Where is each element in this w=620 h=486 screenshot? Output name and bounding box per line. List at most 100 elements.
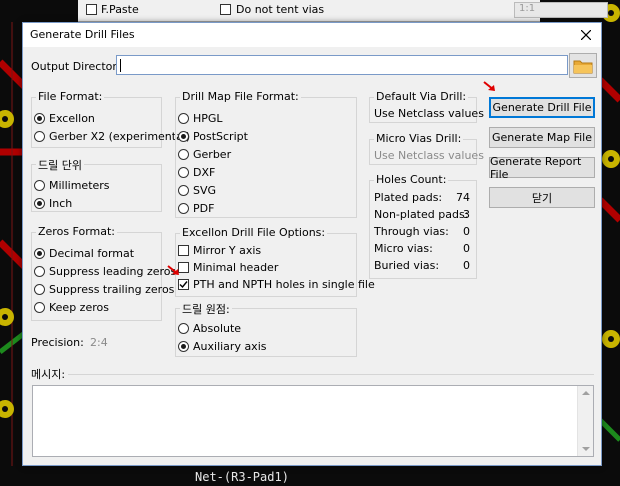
buried-vias-label: Buried vias: — [374, 259, 440, 272]
micro-vias-label: Micro vias: — [374, 242, 433, 255]
checkbox-pth-npth-single-file[interactable]: PTH and NPTH holes in single file — [178, 276, 375, 292]
file-format-group: File Format: Excellon Gerber X2 (experim… — [31, 90, 190, 148]
micro-vias-value: 0 — [463, 242, 470, 255]
checkmark-icon — [179, 280, 188, 288]
radio-label: Suppress trailing zeros — [49, 282, 175, 296]
folder-icon — [573, 60, 593, 73]
radio-label: PDF — [193, 201, 215, 215]
radio-keep-zeros[interactable]: Keep zeros — [34, 299, 109, 315]
pcb-traces-right — [600, 77, 620, 442]
radio-indicator — [178, 202, 189, 214]
background-layer-panel: F.Paste Do not tent vias 1:1 — [78, 0, 608, 22]
pcb-canvas-bottom: Net-(R3-Pad1) — [0, 466, 620, 486]
plated-pads-value: 74 — [456, 191, 470, 204]
dialog-title: Generate Drill Files — [30, 28, 135, 41]
checkbox-label: Minimal header — [193, 260, 279, 274]
micro-vias-drill-value: Use Netclass values — [374, 149, 484, 162]
net-label: Net-(R3-Pad1) — [195, 470, 289, 484]
red-arrow-icon — [483, 81, 495, 91]
messages-label: 메시지: — [31, 368, 66, 381]
plated-pads-label: Plated pads: — [374, 191, 443, 204]
drill-origin-title: 드릴 원점: — [180, 301, 232, 317]
zeros-format-group: Zeros Format: Decimal format Suppress le… — [31, 225, 176, 321]
radio-millimeters[interactable]: Millimeters — [34, 177, 110, 193]
close-button[interactable] — [571, 23, 601, 47]
radio-dxf[interactable]: DXF — [178, 164, 215, 180]
background-checkbox[interactable] — [220, 4, 231, 15]
precision-value: 2:4 — [90, 336, 108, 349]
default-via-drill-value: Use Netclass values — [374, 107, 484, 120]
radio-label: DXF — [193, 165, 216, 179]
drill-units-title: 드릴 단위 — [36, 157, 84, 173]
radio-indicator — [34, 265, 45, 277]
micro-vias-drill-title: Micro Vias Drill: — [374, 132, 464, 145]
messages-scrollbar[interactable] — [577, 386, 593, 456]
radio-label: Gerber X2 (experimental) — [49, 129, 191, 143]
buried-vias-value: 0 — [463, 259, 470, 272]
generate-drill-files-dialog: Generate Drill Files Output Directory: F… — [22, 22, 602, 466]
drill-origin-group: 드릴 원점: Absolute Auxiliary axis — [175, 301, 357, 357]
radio-indicator — [178, 340, 189, 352]
radio-hpgl[interactable]: HPGL — [178, 110, 223, 126]
radio-svg[interactable]: SVG — [178, 182, 216, 198]
holes-count-title: Holes Count: — [374, 173, 449, 186]
radio-pdf[interactable]: PDF — [178, 200, 214, 216]
radio-excellon[interactable]: Excellon — [34, 110, 95, 126]
chevron-up-icon[interactable] — [582, 391, 590, 395]
generate-map-file-button[interactable]: Generate Map File — [489, 127, 595, 148]
radio-indicator — [178, 166, 189, 178]
radio-label: Decimal format — [49, 246, 135, 260]
radio-label: Absolute — [193, 321, 242, 335]
pcb-canvas-right — [600, 0, 620, 486]
radio-label: Excellon — [49, 111, 95, 125]
non-plated-pads-value: 3 — [463, 208, 470, 221]
checkbox-indicator — [178, 278, 189, 290]
checkbox-mirror-y-axis[interactable]: Mirror Y axis — [178, 242, 261, 258]
messages-textarea[interactable] — [32, 385, 594, 457]
radio-label: Gerber — [193, 147, 232, 161]
precision-label: Precision: — [31, 336, 84, 349]
close-dialog-button[interactable]: 닫기 — [489, 187, 595, 208]
checkbox-label: PTH and NPTH holes in single file — [193, 277, 375, 291]
background-checkbox[interactable] — [86, 4, 97, 15]
radio-inch[interactable]: Inch — [34, 195, 72, 211]
radio-indicator — [178, 322, 189, 334]
checkbox-indicator — [178, 244, 189, 256]
radio-suppress-trailing[interactable]: Suppress trailing zeros — [34, 281, 174, 297]
checkbox-label: Mirror Y axis — [193, 243, 262, 257]
excellon-options-title: Excellon Drill File Options: — [180, 226, 328, 239]
red-arrow-icon — [167, 265, 179, 275]
radio-gerber-x2[interactable]: Gerber X2 (experimental) — [34, 128, 190, 144]
radio-label: Keep zeros — [49, 300, 109, 314]
radio-suppress-leading[interactable]: Suppress leading zeros — [34, 263, 176, 279]
radio-postscript[interactable]: PostScript — [178, 128, 248, 144]
default-via-drill-group: Default Via Drill: Use Netclass values — [369, 90, 484, 123]
radio-auxiliary-axis[interactable]: Auxiliary axis — [178, 338, 266, 354]
radio-decimal-format[interactable]: Decimal format — [34, 245, 134, 261]
chevron-down-icon[interactable] — [582, 447, 590, 451]
radio-indicator — [34, 301, 45, 313]
radio-indicator — [178, 130, 189, 142]
checkbox-minimal-header[interactable]: Minimal header — [178, 259, 278, 275]
through-vias-value: 0 — [463, 225, 470, 238]
radio-indicator — [34, 112, 45, 124]
holes-count-group: Holes Count: Plated pads: 74 Non-plated … — [369, 173, 477, 279]
radio-indicator — [178, 148, 189, 160]
radio-indicator — [34, 283, 45, 295]
output-directory-input[interactable] — [116, 55, 568, 75]
generate-report-file-button[interactable]: Generate Report File — [489, 155, 595, 181]
drill-map-format-title: Drill Map File Format: — [180, 90, 301, 103]
browse-folder-button[interactable] — [569, 53, 597, 78]
radio-indicator — [34, 179, 45, 191]
radio-label: Suppress leading zeros — [49, 264, 177, 278]
radio-indicator — [178, 184, 189, 196]
radio-absolute[interactable]: Absolute — [178, 320, 241, 336]
generate-drill-file-button[interactable]: Generate Drill File — [489, 97, 595, 118]
pcb-pad — [602, 150, 620, 168]
messages-divider — [68, 374, 594, 375]
default-via-drill-title: Default Via Drill: — [374, 90, 469, 103]
micro-vias-drill-group: Micro Vias Drill: Use Netclass values — [369, 132, 484, 165]
background-select[interactable]: 1:1 — [514, 2, 608, 18]
radio-gerber[interactable]: Gerber — [178, 146, 231, 162]
output-directory-label: Output Directory: — [31, 60, 127, 73]
